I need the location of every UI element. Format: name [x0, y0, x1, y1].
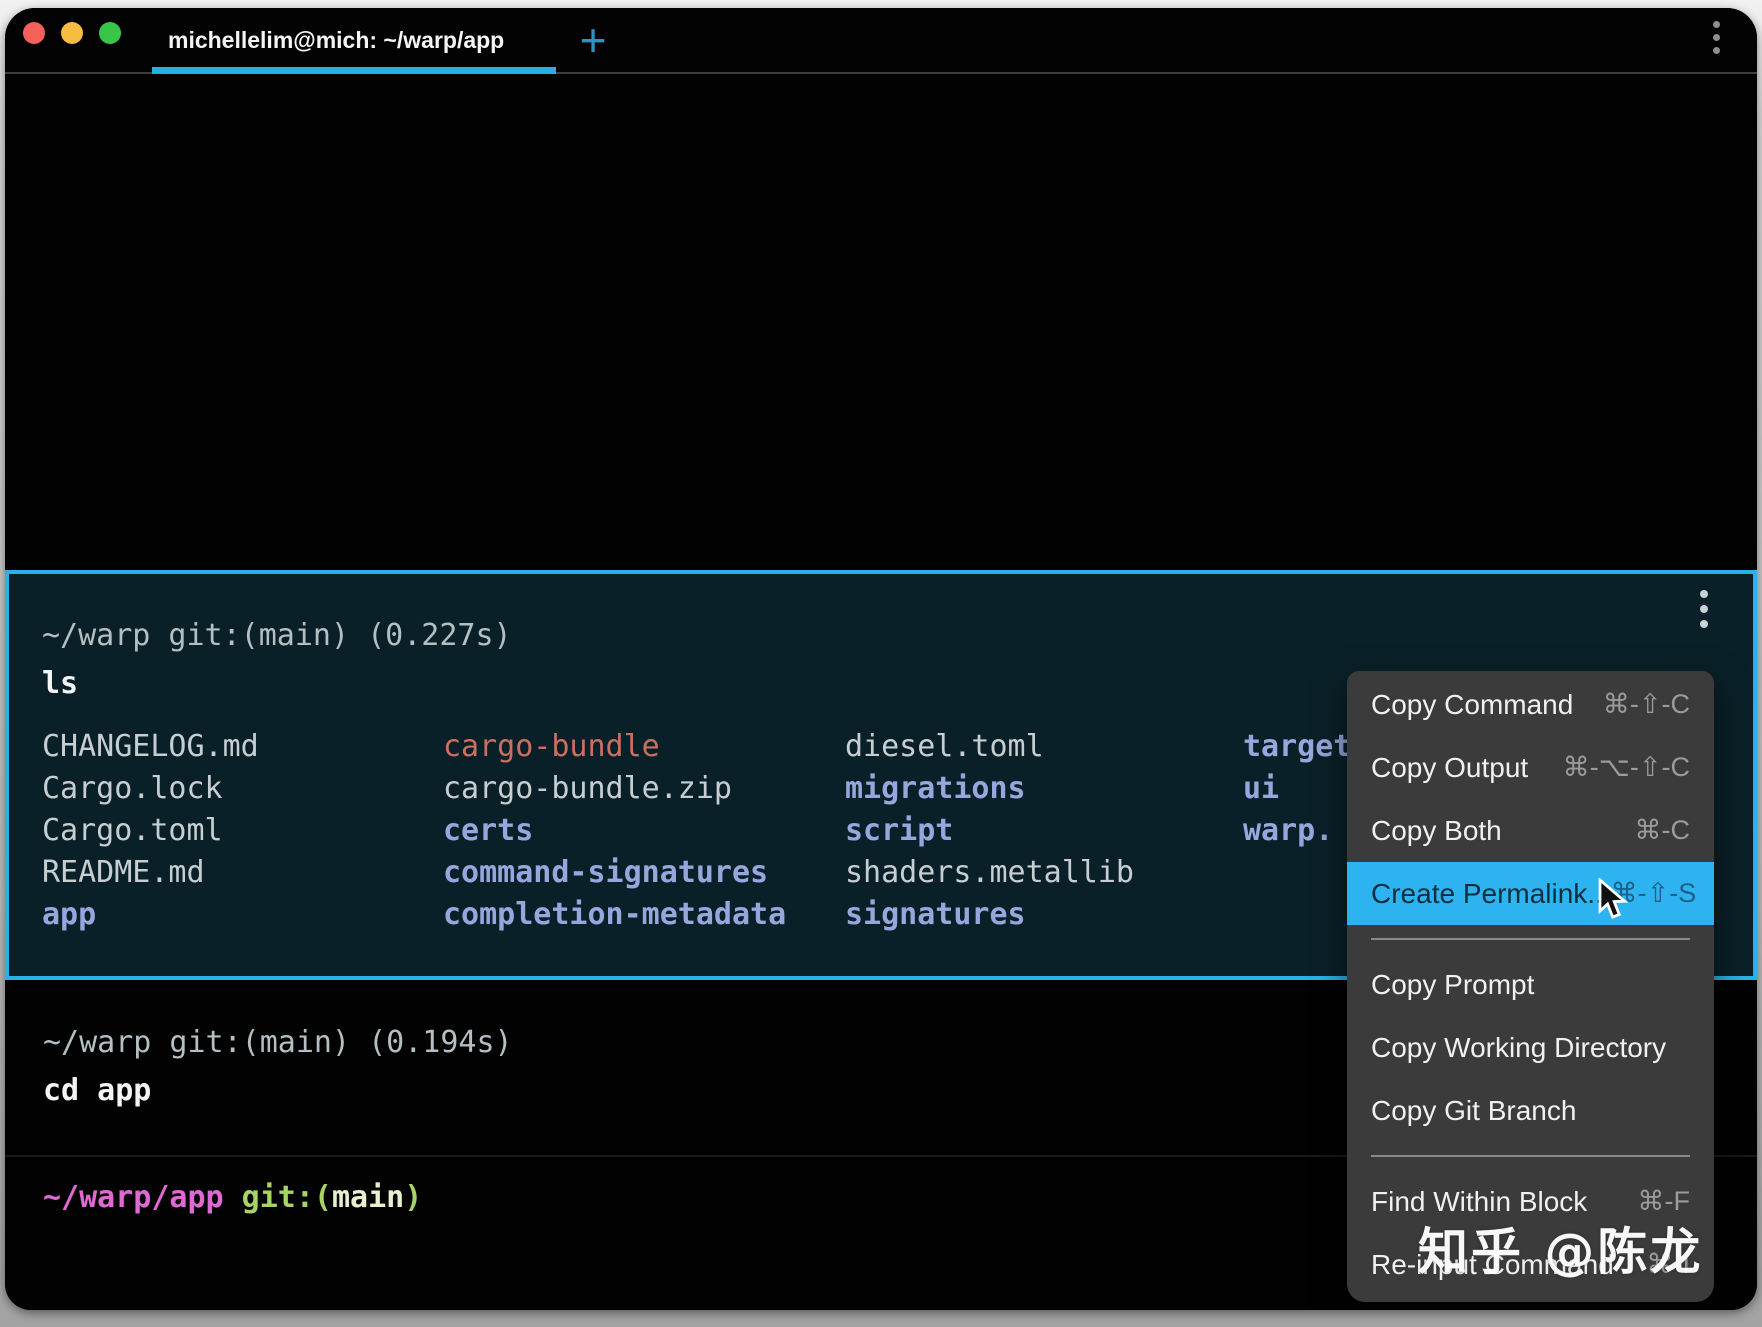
ls-column: cargo-bundlecargo-bundle.zipcertscommand…: [443, 726, 786, 936]
menu-separator: [1371, 1155, 1690, 1157]
active-tab-indicator: [152, 67, 556, 74]
current-prompt[interactable]: ~/warp/app git:(main): [43, 1177, 422, 1219]
new-tab-button[interactable]: +: [568, 14, 618, 66]
menu-item-copy-prompt[interactable]: Copy Prompt: [1347, 953, 1714, 1016]
window-kebab-menu-icon[interactable]: [1711, 21, 1721, 60]
ls-entry: README.md: [42, 852, 259, 894]
menu-item-copy-both[interactable]: Copy Both ⌘-C: [1347, 799, 1714, 862]
ls-entry: signatures: [845, 894, 1134, 936]
menu-item-copy-output[interactable]: Copy Output ⌘-⌥-⇧-C: [1347, 736, 1714, 799]
menu-item-copy-command[interactable]: Copy Command ⌘-⇧-C: [1347, 673, 1714, 736]
menu-item-label: Create Permalink...: [1371, 878, 1611, 910]
ls-entry: target: [1243, 726, 1351, 768]
screenshot-root: michellelim@mich: ~/warp/app + ~/warp gi…: [0, 0, 1762, 1327]
ls-entry: diesel.toml: [845, 726, 1134, 768]
ls-column: CHANGELOG.mdCargo.lockCargo.tomlREADME.m…: [42, 726, 259, 936]
ls-entry: app: [42, 894, 259, 936]
prompt-line: ~/warp git:(main) (0.227s): [42, 615, 512, 657]
ls-entry: shaders.metallib: [845, 852, 1134, 894]
cwd-path: ~/warp/app: [43, 1180, 224, 1215]
ls-entry: CHANGELOG.md: [42, 726, 259, 768]
menu-item-copy-git-branch[interactable]: Copy Git Branch: [1347, 1079, 1714, 1142]
ls-entry: Cargo.toml: [42, 810, 259, 852]
zoom-window-button[interactable]: [99, 22, 121, 44]
terminal-tab[interactable]: michellelim@mich: ~/warp/app: [152, 8, 556, 72]
menu-item-label: Copy Prompt: [1371, 969, 1534, 1001]
menu-item-create-permalink[interactable]: Create Permalink...⌘-⇧-S: [1347, 862, 1714, 925]
watermark: 知乎 @陈龙: [1418, 1212, 1703, 1284]
git-prefix: git:(: [224, 1180, 332, 1215]
close-window-button[interactable]: [23, 22, 45, 44]
ls-entry: Cargo.lock: [42, 768, 259, 810]
warp-terminal-window: michellelim@mich: ~/warp/app + ~/warp gi…: [5, 8, 1757, 1310]
ls-entry: command-signatures: [443, 852, 786, 894]
ls-entry: cargo-bundle.zip: [443, 768, 786, 810]
menu-item-label: Copy Output: [1371, 752, 1528, 784]
ls-entry: migrations: [845, 768, 1134, 810]
menu-item-copy-working-directory[interactable]: Copy Working Directory: [1347, 1016, 1714, 1079]
tab-bar: michellelim@mich: ~/warp/app +: [5, 8, 1757, 74]
ls-entry: certs: [443, 810, 786, 852]
menu-item-shortcut: ⌘-⇧-C: [1603, 689, 1690, 720]
command-text: ls: [42, 663, 78, 705]
ls-entry: cargo-bundle: [443, 726, 786, 768]
menu-item-shortcut: ⌘-C: [1635, 815, 1691, 846]
git-suffix: ): [404, 1180, 422, 1215]
menu-item-label: Copy Both: [1371, 815, 1502, 847]
ls-entry: warp.: [1243, 810, 1351, 852]
ls-entry: completion-metadata: [443, 894, 786, 936]
minimize-window-button[interactable]: [61, 22, 83, 44]
command-text: cd app: [43, 1070, 151, 1112]
mouse-cursor: [1598, 878, 1636, 922]
block-kebab-menu-icon[interactable]: [1699, 590, 1709, 635]
menu-item-label: Copy Command: [1371, 689, 1573, 721]
tab-title: michellelim@mich: ~/warp/app: [168, 16, 504, 64]
context-menu: Copy Command⌘-⇧-CCopy Output⌘-⌥-⇧-CCopy …: [1347, 671, 1714, 1302]
ls-column: diesel.tomlmigrationsscriptshaders.metal…: [845, 726, 1134, 936]
ls-entry: script: [845, 810, 1134, 852]
git-branch: main: [332, 1180, 404, 1215]
ls-entry: ui: [1243, 768, 1351, 810]
ls-column: targetuiwarp.: [1243, 726, 1351, 852]
menu-item-label: Copy Git Branch: [1371, 1095, 1576, 1127]
menu-item-label: Copy Working Directory: [1371, 1032, 1666, 1064]
menu-item-shortcut: ⌘-⌥-⇧-C: [1563, 752, 1690, 783]
prompt-line: ~/warp git:(main) (0.194s): [43, 1022, 513, 1064]
menu-separator: [1371, 938, 1690, 940]
